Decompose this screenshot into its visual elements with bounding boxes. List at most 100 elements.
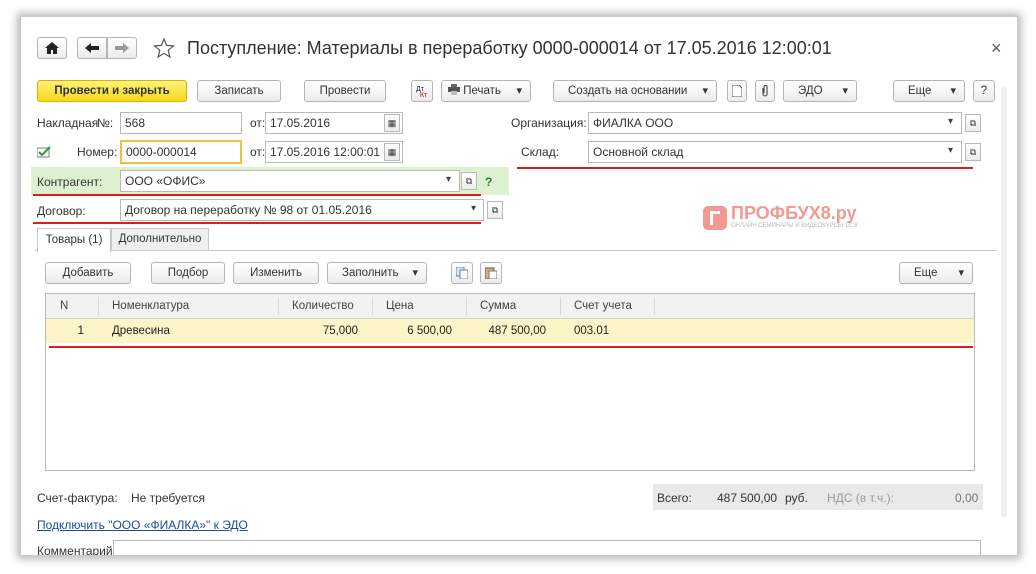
col-divider xyxy=(466,297,467,315)
arrow-left-icon xyxy=(85,43,99,53)
add-row-button[interactable]: Добавить xyxy=(45,262,131,284)
more-label: Еще xyxy=(908,85,932,97)
col-header-n[interactable]: N xyxy=(60,294,68,318)
contract-open-button[interactable]: ⧉ xyxy=(487,201,503,219)
table-row[interactable]: 1 Древесина 75,000 6 500,00 487 500,00 0… xyxy=(46,319,974,343)
tab-additional[interactable]: Дополнительно xyxy=(111,228,209,251)
goods-table: N Номенклатура Количество Цена Сумма Сче… xyxy=(45,293,975,471)
table-more-button[interactable]: Еще xyxy=(899,262,973,284)
currency-label: руб. xyxy=(785,491,808,505)
col-divider xyxy=(372,297,373,315)
organization-field[interactable]: ФИАЛКА ООО xyxy=(588,112,962,134)
star-icon[interactable] xyxy=(152,37,176,59)
back-button[interactable] xyxy=(77,37,107,59)
paste-rows-button[interactable] xyxy=(480,262,502,284)
number-label: Номер: xyxy=(77,145,118,159)
cell-price: 6 500,00 xyxy=(407,325,452,337)
contractor-label: Контрагент: xyxy=(37,175,103,189)
document-date-field[interactable]: 17.05.2016 12:00:01 xyxy=(265,141,403,163)
paste-icon xyxy=(484,267,498,280)
contractor-field[interactable]: ООО «ОФИС» xyxy=(120,170,460,192)
vat-label: НДС (в т.ч.): xyxy=(827,491,894,505)
col-header-sum[interactable]: Сумма xyxy=(480,294,516,318)
col-divider xyxy=(98,297,99,315)
fill-button[interactable]: Заполнить xyxy=(327,262,427,284)
comment-field[interactable] xyxy=(113,540,981,555)
select-button[interactable]: Подбор xyxy=(151,262,225,284)
contract-dropdown-icon[interactable]: ▾ xyxy=(471,203,476,214)
invoice-label: Накладная xyxy=(37,116,99,130)
contractor-open-button[interactable]: ⧉ xyxy=(461,172,477,190)
page-title: Поступление: Материалы в переработку 000… xyxy=(187,38,832,58)
organization-dropdown-icon[interactable]: ▾ xyxy=(948,116,953,127)
dt-kt-button[interactable]: Дт Кт xyxy=(411,80,433,102)
invoice-date-from-label: от: xyxy=(250,116,266,130)
help-button[interactable]: ? xyxy=(973,80,995,102)
col-header-qty[interactable]: Количество xyxy=(292,294,354,318)
document-report-button[interactable] xyxy=(727,80,747,102)
warehouse-field[interactable]: Основной склад xyxy=(588,141,962,163)
calendar-icon: ▦ xyxy=(387,118,397,128)
document-number-field[interactable]: 0000-000014 xyxy=(120,140,242,164)
close-icon[interactable]: × xyxy=(991,37,1002,59)
create-based-on-label: Создать на основании xyxy=(568,85,688,97)
tab-goods[interactable]: Товары (1) xyxy=(37,228,111,253)
vertical-scrollbar[interactable] xyxy=(1001,87,1007,517)
post-and-close-button[interactable]: Провести и закрыть xyxy=(37,80,187,102)
document-icon xyxy=(731,84,743,98)
open-icon: ⧉ xyxy=(969,118,977,128)
paperclip-icon xyxy=(762,85,768,97)
col-header-account[interactable]: Счет учета xyxy=(574,294,632,318)
warehouse-red-underline xyxy=(517,167,973,169)
contract-field[interactable]: Договор на переработку № 98 от 01.05.201… xyxy=(120,199,484,221)
cell-n: 1 xyxy=(77,325,84,337)
posted-check-icon xyxy=(36,146,51,158)
copy-rows-button[interactable] xyxy=(451,262,473,284)
warehouse-label: Склад: xyxy=(521,145,560,159)
col-header-item[interactable]: Номенклатура xyxy=(112,294,189,318)
warehouse-open-button[interactable]: ⧉ xyxy=(965,143,981,161)
document-calendar-button[interactable]: ▦ xyxy=(384,143,400,161)
attachment-button[interactable] xyxy=(755,80,775,102)
save-button[interactable]: Записать xyxy=(197,80,281,102)
invoice-date-field[interactable]: 17.05.2016 xyxy=(265,112,403,134)
watermark-logo: ПРОФБУХ8.ру ОНЛАЙН СЕМИНАРЫ И ВИДЕОКУРСЫ… xyxy=(703,203,873,235)
edo-button[interactable]: ЭДО xyxy=(783,80,857,102)
warehouse-dropdown-icon[interactable]: ▾ xyxy=(948,145,953,156)
fill-label: Заполнить xyxy=(342,267,399,279)
home-button[interactable] xyxy=(37,37,67,59)
more-button[interactable]: Еще xyxy=(893,80,965,102)
svg-text:Кт: Кт xyxy=(420,92,428,98)
create-based-on-button[interactable]: Создать на основании xyxy=(553,80,717,102)
edo-connect-link[interactable]: Подключить "ООО «ФИАЛКА»" к ЭДО xyxy=(37,518,248,532)
organization-open-button[interactable]: ⧉ xyxy=(965,114,981,132)
watermark-logo-icon xyxy=(703,206,727,230)
open-icon: ⧉ xyxy=(969,147,977,157)
cell-qty: 75,000 xyxy=(322,325,358,337)
cell-account: 003.01 xyxy=(574,325,610,337)
printer-icon xyxy=(448,84,460,95)
print-button[interactable]: Печать xyxy=(441,80,531,102)
tab-goods-label: Товары (1) xyxy=(45,234,103,246)
document-window: Поступление: Материалы в переработку 000… xyxy=(20,16,1018,556)
change-button[interactable]: Изменить xyxy=(233,262,319,284)
col-divider xyxy=(654,297,655,315)
contractor-dropdown-icon[interactable]: ▾ xyxy=(446,174,451,185)
comment-label: Комментарий: xyxy=(37,544,116,556)
invoice-calendar-button[interactable]: ▦ xyxy=(384,114,400,132)
forward-button[interactable] xyxy=(107,37,137,59)
home-icon xyxy=(45,42,59,54)
contract-label: Договор: xyxy=(37,204,86,218)
print-label: Печать xyxy=(463,85,501,97)
invoice-status-label: Счет-фактура: xyxy=(37,491,118,505)
invoice-number-field[interactable]: 568 xyxy=(120,112,242,134)
table-more-label: Еще xyxy=(914,267,938,279)
contractor-help-icon[interactable]: ? xyxy=(485,175,492,189)
post-button[interactable]: Провести xyxy=(304,80,386,102)
row-red-underline xyxy=(49,346,973,348)
total-label: Всего: xyxy=(657,491,692,505)
col-header-price[interactable]: Цена xyxy=(386,294,414,318)
invoice-no-label: №: xyxy=(97,116,114,130)
vat-value: 0,00 xyxy=(955,491,979,505)
number-date-from-label: от: xyxy=(250,145,266,159)
